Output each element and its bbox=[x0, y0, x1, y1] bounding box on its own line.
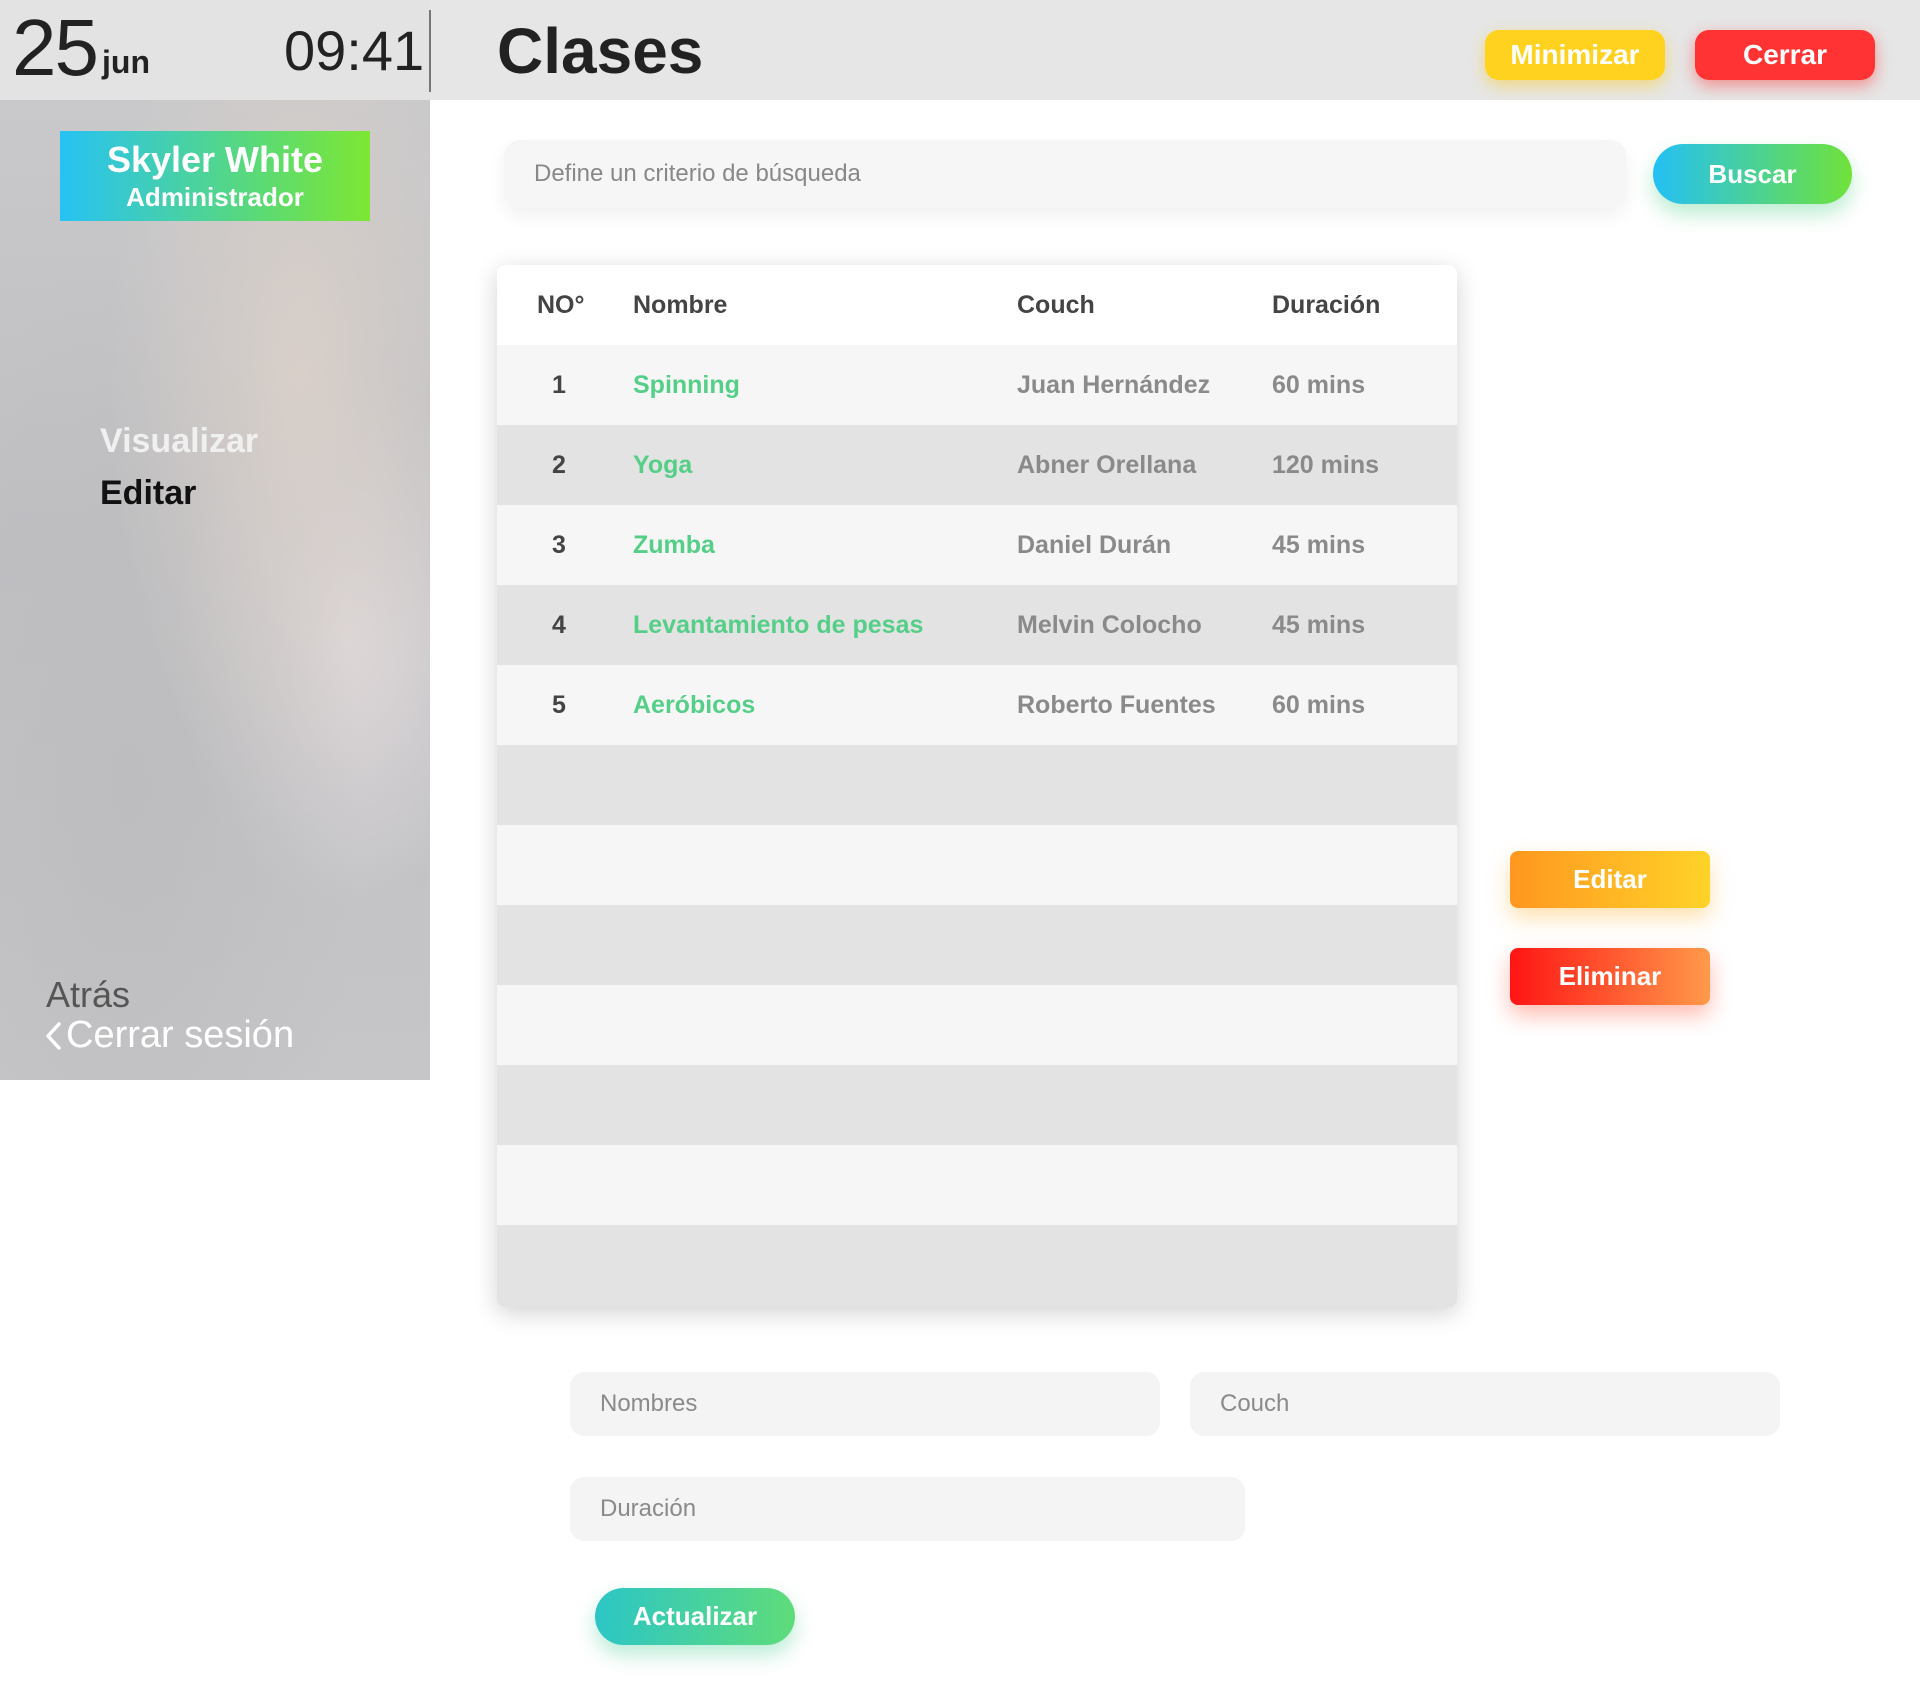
cell-number: 2 bbox=[552, 451, 566, 479]
cell-couch: Abner Orellana bbox=[1017, 451, 1197, 479]
cell-name[interactable]: Zumba bbox=[633, 531, 715, 560]
cell-duration: 45 mins bbox=[1272, 611, 1366, 639]
minimize-button[interactable]: Minimizar bbox=[1485, 30, 1665, 80]
empty-row bbox=[497, 1065, 1457, 1145]
cell-couch: Juan Hernández bbox=[1017, 371, 1211, 399]
header-duration: Duración bbox=[1272, 291, 1381, 319]
logout-link[interactable]: Cerrar sesión bbox=[44, 1014, 294, 1057]
table-row[interactable]: 1 Spinning Juan Hernández 60 mins bbox=[497, 345, 1457, 425]
update-button[interactable]: Actualizar bbox=[595, 1588, 795, 1645]
search-button[interactable]: Buscar bbox=[1653, 144, 1852, 204]
names-field[interactable] bbox=[570, 1372, 1160, 1436]
empty-row bbox=[497, 1145, 1457, 1225]
cell-couch: Melvin Colocho bbox=[1017, 611, 1202, 639]
couch-field[interactable] bbox=[1190, 1372, 1780, 1436]
header-couch: Couch bbox=[1017, 291, 1095, 319]
nav-item-visualizar[interactable]: Visualizar bbox=[100, 422, 258, 461]
cell-duration: 60 mins bbox=[1272, 691, 1366, 719]
cell-name[interactable]: Levantamiento de pesas bbox=[633, 611, 923, 640]
search-input[interactable] bbox=[504, 140, 1626, 208]
duration-field[interactable] bbox=[570, 1477, 1245, 1541]
back-link[interactable]: Atrás bbox=[46, 974, 130, 1016]
header-name: Nombre bbox=[633, 291, 728, 319]
table-header: NO° Nombre Couch Duración bbox=[497, 265, 1457, 345]
cell-duration: 120 mins bbox=[1272, 451, 1380, 479]
top-divider bbox=[429, 10, 431, 92]
date-day: 25 bbox=[12, 3, 99, 92]
header-number: NO° bbox=[537, 291, 585, 319]
table-row[interactable]: 5 Aeróbicos Roberto Fuentes 60 mins bbox=[497, 665, 1457, 745]
edit-button[interactable]: Editar bbox=[1510, 851, 1710, 908]
chevron-left-icon bbox=[46, 1021, 61, 1050]
sidebar: Skyler White Administrador Visualizar Ed… bbox=[0, 100, 430, 1080]
user-card: Skyler White Administrador bbox=[60, 131, 370, 221]
user-role: Administrador bbox=[126, 182, 304, 212]
delete-button[interactable]: Eliminar bbox=[1510, 948, 1710, 1005]
empty-row bbox=[497, 745, 1457, 825]
cell-number: 3 bbox=[552, 531, 566, 559]
table-row[interactable]: 4 Levantamiento de pesas Melvin Colocho … bbox=[497, 585, 1457, 665]
status-area: 25 jun 09:41 bbox=[0, 0, 430, 100]
close-button[interactable]: Cerrar bbox=[1695, 30, 1875, 80]
cell-number: 1 bbox=[552, 371, 566, 399]
clock-time: 09:41 bbox=[284, 19, 425, 82]
page-title: Clases bbox=[497, 15, 704, 87]
empty-row bbox=[497, 905, 1457, 985]
date-month: jun bbox=[102, 44, 150, 80]
classes-table: NO° Nombre Couch Duración 1 Spinning Jua… bbox=[497, 265, 1457, 1307]
cell-name[interactable]: Spinning bbox=[633, 371, 740, 400]
table-row[interactable]: 3 Zumba Daniel Durán 45 mins bbox=[497, 505, 1457, 585]
logout-label: Cerrar sesión bbox=[66, 1014, 295, 1056]
cell-name[interactable]: Aeróbicos bbox=[633, 691, 755, 720]
nav-item-editar[interactable]: Editar bbox=[100, 474, 196, 513]
user-name: Skyler White bbox=[106, 139, 324, 180]
cell-duration: 45 mins bbox=[1272, 531, 1366, 559]
table-row[interactable]: 2 Yoga Abner Orellana 120 mins bbox=[497, 425, 1457, 505]
top-bar: 25 jun 09:41 Clases Minimizar Cerrar bbox=[0, 0, 1920, 100]
cell-number: 4 bbox=[552, 611, 566, 639]
cell-couch: Roberto Fuentes bbox=[1017, 691, 1216, 719]
empty-row bbox=[497, 985, 1457, 1065]
cell-couch: Daniel Durán bbox=[1017, 531, 1172, 559]
cell-number: 5 bbox=[552, 691, 566, 719]
cell-name[interactable]: Yoga bbox=[633, 451, 692, 480]
cell-duration: 60 mins bbox=[1272, 371, 1366, 399]
empty-row bbox=[497, 1225, 1457, 1305]
empty-row bbox=[497, 825, 1457, 905]
